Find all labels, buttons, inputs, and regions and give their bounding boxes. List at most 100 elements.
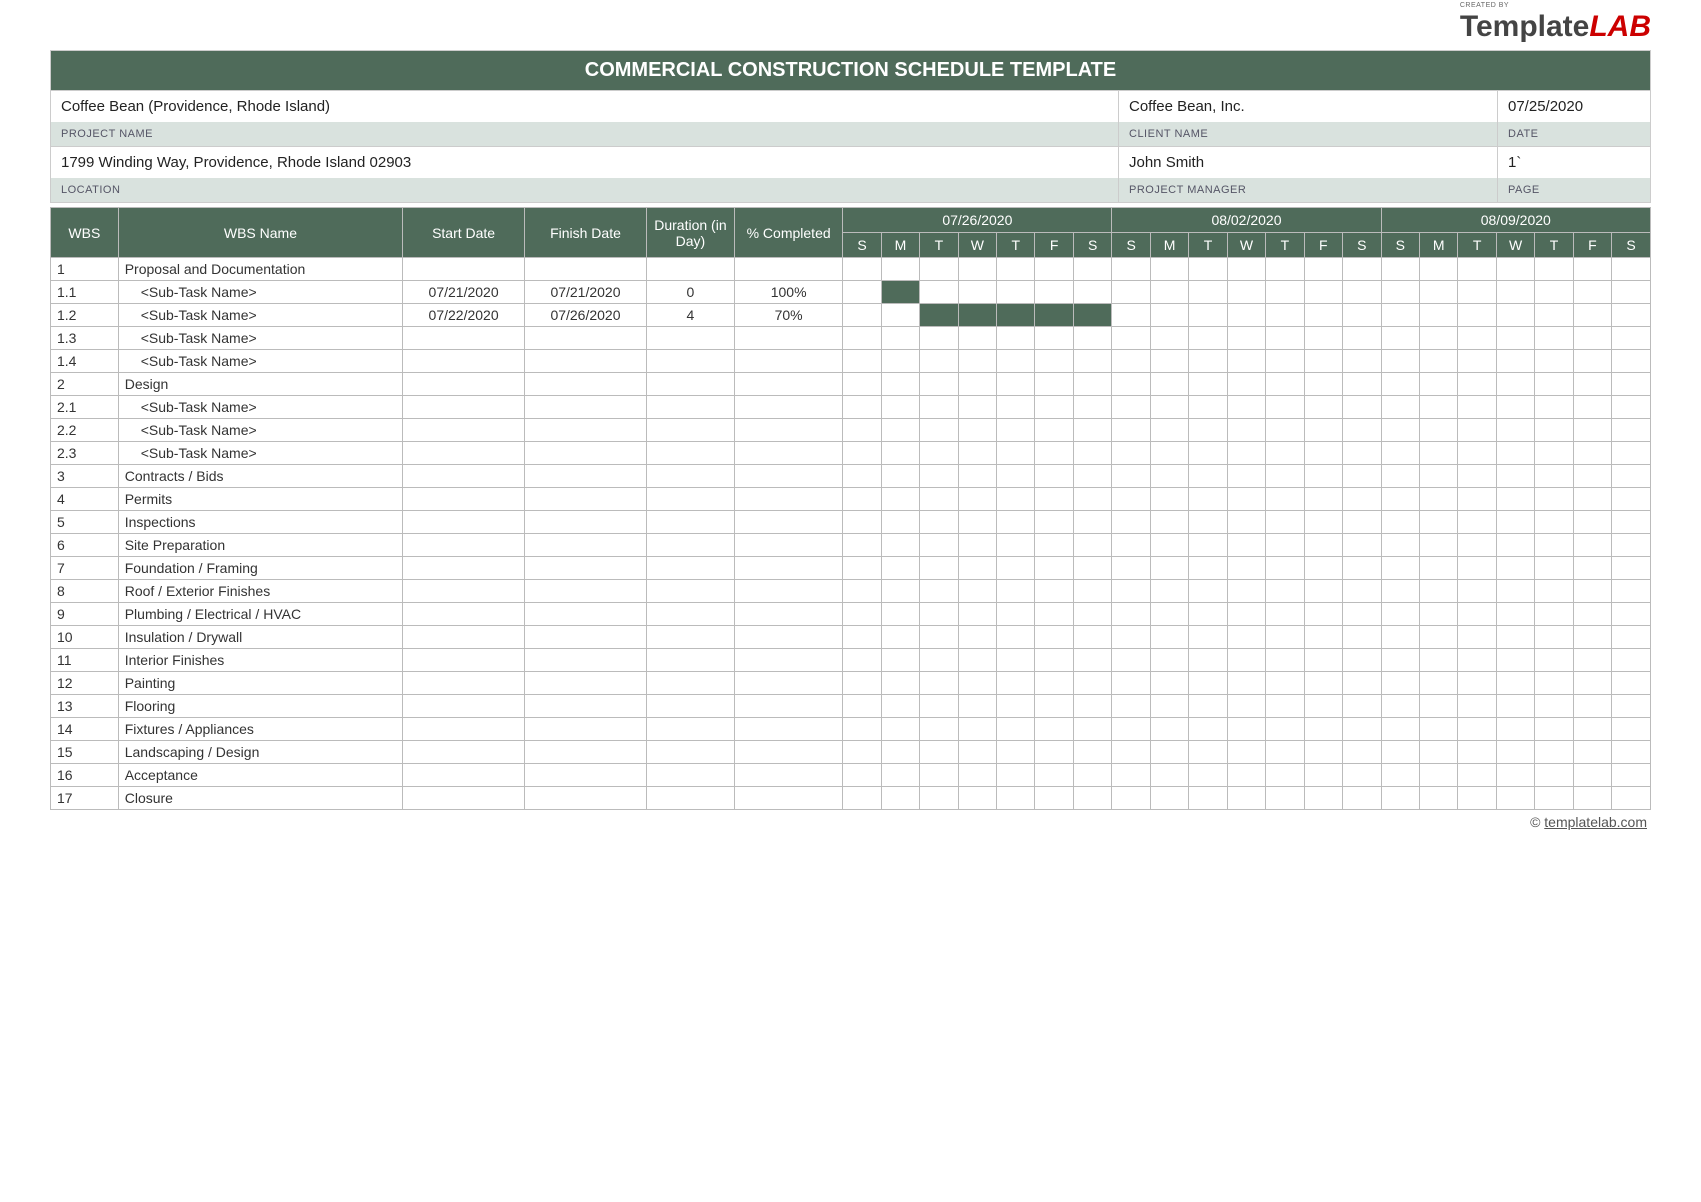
gantt-cell[interactable] xyxy=(843,419,881,442)
gantt-cell[interactable] xyxy=(1496,465,1534,488)
gantt-cell[interactable] xyxy=(1035,442,1073,465)
gantt-cell[interactable] xyxy=(1073,419,1112,442)
gantt-cell[interactable] xyxy=(1035,718,1073,741)
cell-finish[interactable] xyxy=(525,741,647,764)
gantt-cell[interactable] xyxy=(843,488,881,511)
gantt-cell[interactable] xyxy=(1535,672,1573,695)
gantt-cell[interactable] xyxy=(1150,373,1188,396)
gantt-cell[interactable] xyxy=(1073,741,1112,764)
gantt-cell[interactable] xyxy=(1112,327,1150,350)
cell-name[interactable]: Contracts / Bids xyxy=(118,465,402,488)
gantt-cell[interactable] xyxy=(1381,580,1419,603)
cell-wbs[interactable]: 14 xyxy=(51,718,119,741)
gantt-cell[interactable] xyxy=(1419,350,1457,373)
gantt-cell[interactable] xyxy=(843,603,881,626)
gantt-cell[interactable] xyxy=(997,350,1035,373)
gantt-cell[interactable] xyxy=(1073,672,1112,695)
gantt-cell[interactable] xyxy=(1612,281,1651,304)
gantt-cell[interactable] xyxy=(997,557,1035,580)
gantt-cell[interactable] xyxy=(1381,649,1419,672)
gantt-cell[interactable] xyxy=(1189,488,1227,511)
gantt-cell[interactable] xyxy=(881,718,919,741)
gantt-cell[interactable] xyxy=(1381,281,1419,304)
gantt-cell[interactable] xyxy=(843,557,881,580)
gantt-cell[interactable] xyxy=(1304,396,1342,419)
gantt-cell[interactable] xyxy=(1458,764,1496,787)
gantt-cell[interactable] xyxy=(1381,695,1419,718)
gantt-cell[interactable] xyxy=(881,442,919,465)
gantt-cell[interactable] xyxy=(1112,764,1150,787)
gantt-cell[interactable] xyxy=(1496,304,1534,327)
gantt-cell[interactable] xyxy=(1227,419,1265,442)
gantt-cell[interactable] xyxy=(1266,649,1304,672)
gantt-cell[interactable] xyxy=(1343,281,1382,304)
cell-pct[interactable] xyxy=(734,396,842,419)
gantt-cell[interactable] xyxy=(843,626,881,649)
gantt-cell[interactable] xyxy=(1304,649,1342,672)
gantt-cell[interactable] xyxy=(1304,465,1342,488)
gantt-cell[interactable] xyxy=(1073,258,1112,281)
gantt-cell[interactable] xyxy=(1381,557,1419,580)
gantt-cell[interactable] xyxy=(1266,511,1304,534)
gantt-cell[interactable] xyxy=(1612,649,1651,672)
gantt-cell[interactable] xyxy=(1535,465,1573,488)
cell-name[interactable]: <Sub-Task Name> xyxy=(118,281,402,304)
gantt-cell[interactable] xyxy=(1381,534,1419,557)
cell-duration[interactable] xyxy=(646,350,734,373)
gantt-cell[interactable] xyxy=(843,511,881,534)
gantt-cell[interactable] xyxy=(881,258,919,281)
cell-finish[interactable] xyxy=(525,534,647,557)
gantt-cell[interactable] xyxy=(1381,442,1419,465)
gantt-cell[interactable] xyxy=(997,258,1035,281)
cell-pct[interactable] xyxy=(734,557,842,580)
gantt-cell[interactable] xyxy=(1112,603,1150,626)
gantt-cell[interactable] xyxy=(1189,350,1227,373)
cell-pct[interactable] xyxy=(734,488,842,511)
cell-finish[interactable] xyxy=(525,672,647,695)
gantt-cell[interactable] xyxy=(997,718,1035,741)
gantt-cell[interactable] xyxy=(1381,718,1419,741)
gantt-cell[interactable] xyxy=(1573,557,1611,580)
cell-name[interactable]: Acceptance xyxy=(118,764,402,787)
cell-start[interactable] xyxy=(403,419,525,442)
gantt-cell[interactable] xyxy=(1535,327,1573,350)
gantt-cell[interactable] xyxy=(1343,258,1382,281)
gantt-cell[interactable] xyxy=(1189,672,1227,695)
gantt-cell[interactable] xyxy=(1150,695,1188,718)
gantt-cell[interactable] xyxy=(1304,580,1342,603)
gantt-cell[interactable] xyxy=(1535,419,1573,442)
cell-finish[interactable] xyxy=(525,718,647,741)
gantt-cell[interactable] xyxy=(997,764,1035,787)
cell-duration[interactable] xyxy=(646,534,734,557)
gantt-cell[interactable] xyxy=(1612,396,1651,419)
gantt-cell[interactable] xyxy=(1112,580,1150,603)
gantt-cell[interactable] xyxy=(1343,419,1382,442)
gantt-cell[interactable] xyxy=(881,741,919,764)
page-value[interactable]: 1` xyxy=(1498,147,1650,178)
gantt-cell[interactable] xyxy=(1304,350,1342,373)
gantt-cell[interactable] xyxy=(1150,258,1188,281)
cell-wbs[interactable]: 3 xyxy=(51,465,119,488)
gantt-cell[interactable] xyxy=(958,511,996,534)
gantt-cell[interactable] xyxy=(958,488,996,511)
gantt-cell[interactable] xyxy=(1189,626,1227,649)
gantt-cell[interactable] xyxy=(1304,304,1342,327)
gantt-cell[interactable] xyxy=(1189,534,1227,557)
gantt-cell[interactable] xyxy=(1419,442,1457,465)
gantt-cell[interactable] xyxy=(1612,534,1651,557)
cell-start[interactable] xyxy=(403,580,525,603)
gantt-cell[interactable] xyxy=(1266,304,1304,327)
gantt-cell[interactable] xyxy=(920,603,958,626)
gantt-cell[interactable] xyxy=(881,373,919,396)
gantt-cell[interactable] xyxy=(1573,488,1611,511)
gantt-cell[interactable] xyxy=(1073,442,1112,465)
gantt-cell[interactable] xyxy=(881,534,919,557)
cell-duration[interactable] xyxy=(646,419,734,442)
gantt-cell[interactable] xyxy=(1535,580,1573,603)
gantt-cell[interactable] xyxy=(1496,350,1534,373)
cell-name[interactable]: Inspections xyxy=(118,511,402,534)
gantt-cell[interactable] xyxy=(1535,787,1573,810)
gantt-cell[interactable] xyxy=(1304,626,1342,649)
gantt-cell[interactable] xyxy=(1304,603,1342,626)
gantt-cell[interactable] xyxy=(1496,281,1534,304)
